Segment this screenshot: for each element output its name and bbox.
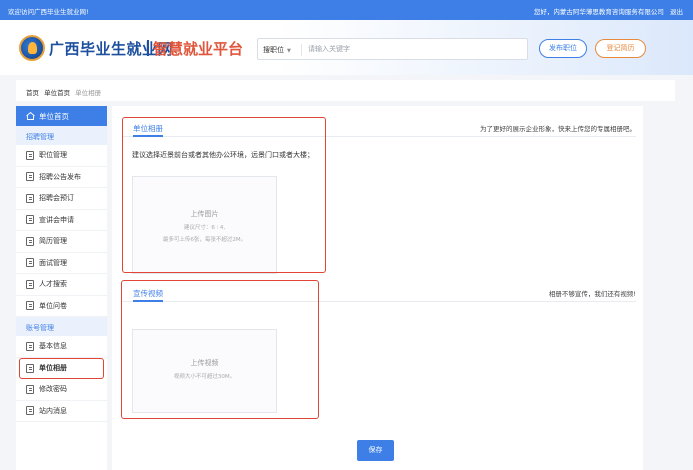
sidebar-item-label: 站内消息 (39, 406, 67, 415)
logo-sub-text: 智慧就业平台 (153, 40, 244, 58)
sidebar-item-label: 职位管理 (39, 151, 67, 160)
document-icon (26, 150, 34, 160)
sidebar-item-label: 修改密码 (39, 385, 67, 394)
sidebar-home[interactable]: 单位首页 (16, 106, 107, 126)
sidebar-item-job-manage[interactable]: 职位管理 (16, 145, 107, 167)
sidebar-item-announcement[interactable]: 招聘公告发布 (16, 167, 107, 188)
home-icon (26, 111, 35, 120)
tab-video[interactable]: 宣传视频 (133, 284, 163, 302)
sidebar-item-label: 单位问卷 (39, 301, 67, 310)
sidebar-item-talent-search[interactable]: 人才搜索 (16, 274, 107, 296)
breadcrumb-home[interactable]: 首页 (26, 89, 39, 97)
document-icon (26, 406, 34, 416)
sidebar-item-label: 基本信息 (39, 342, 67, 351)
album-hint: 为了更好的展示企业形象，快来上传您的专属相册吧。 (480, 125, 636, 133)
document-icon (26, 341, 34, 351)
sidebar-item-label: 人才搜索 (39, 280, 67, 289)
tab-album[interactable]: 单位相册 (133, 119, 163, 137)
search-input[interactable] (308, 42, 518, 56)
sidebar-section-account: 账号管理 (16, 317, 107, 336)
upload-photo-title: 上传图片 (190, 210, 219, 218)
sidebar-item-album[interactable]: 单位相册 (19, 357, 104, 379)
breadcrumb-unit-home[interactable]: 单位首页 (44, 89, 70, 97)
sidebar-item-seminar[interactable]: 宣讲会申请 (16, 210, 107, 231)
top-bar: 欢迎访问广西毕业生就业网! 您好，内蒙古阿华薄思教育咨询服务有限公司 退出 (0, 0, 693, 20)
upload-video-title: 上传视频 (190, 359, 219, 367)
sidebar-item-label: 招聘会预订 (39, 194, 74, 203)
upload-video-limit: 视频大小不可超过30M。 (173, 374, 236, 380)
sidebar-item-messages[interactable]: 站内消息 (16, 401, 107, 422)
album-instruction: 建议选择近景前台或者其他办公环境，远景门口或者大楼； (132, 151, 314, 159)
document-icon (26, 172, 34, 182)
search-scope-select[interactable]: 搜职位 ▼ (263, 45, 291, 55)
search-scope-label: 搜职位 (263, 46, 284, 54)
video-tabbar: 宣传视频 相册不够宣传，我们还有视频! (122, 284, 636, 302)
sidebar-item-label: 招聘公告发布 (39, 172, 81, 181)
upload-photo-size: 建议尺寸：6 ∶ 4, (183, 225, 226, 231)
logo-emblem-icon (19, 35, 45, 61)
upload-video-area[interactable]: 上传视频 视频大小不可超过30M。 (132, 329, 277, 413)
chevron-down-icon: ▼ (287, 48, 291, 54)
search-divider (301, 44, 302, 56)
sidebar: 单位首页 招聘管理 职位管理 招聘公告发布 招聘会预订 宣讲会申请 简历管理 面… (16, 106, 107, 470)
sidebar-item-interview[interactable]: 面试管理 (16, 253, 107, 274)
sidebar-item-job-fair[interactable]: 招聘会预订 (16, 188, 107, 210)
logo-divider (147, 40, 149, 56)
breadcrumb: 首页 单位首页 单位相册 (16, 80, 675, 101)
top-bar-right: 您好，内蒙古阿华薄思教育咨询服务有限公司 退出 (530, 6, 683, 16)
document-icon (26, 236, 34, 246)
document-icon (26, 215, 34, 225)
company-greeting: 您好，内蒙古阿华薄思教育咨询服务有限公司 (533, 8, 664, 16)
sidebar-item-questionnaire[interactable]: 单位问卷 (16, 296, 107, 317)
sidebar-item-label: 宣讲会申请 (39, 215, 74, 224)
sidebar-home-label: 单位首页 (39, 111, 69, 121)
upload-photo-area[interactable]: 上传图片 建议尺寸：6 ∶ 4, 最多可上传6张，每张不超过2M。 (132, 176, 277, 274)
video-hint: 相册不够宣传，我们还有视频! (548, 290, 636, 298)
sidebar-item-label: 单位相册 (39, 364, 67, 373)
album-tabbar: 单位相册 为了更好的展示企业形象，快来上传您的专属相册吧。 (122, 119, 636, 137)
document-icon (26, 363, 34, 373)
document-icon (26, 384, 34, 394)
search-bar: 搜职位 ▼ (257, 38, 528, 60)
document-icon (26, 279, 34, 289)
document-icon (26, 258, 34, 268)
logout-link[interactable]: 退出 (670, 8, 683, 16)
main-content: 单位相册 为了更好的展示企业形象，快来上传您的专属相册吧。 建议选择近景前台或者… (112, 106, 643, 470)
sidebar-section-recruit: 招聘管理 (16, 126, 107, 145)
sidebar-item-label: 简历管理 (39, 237, 67, 246)
sidebar-item-label: 面试管理 (39, 258, 67, 267)
register-resume-button[interactable]: 登记简历 (595, 39, 646, 58)
post-job-button[interactable]: 发布职位 (539, 39, 587, 58)
breadcrumb-current: 单位相册 (75, 89, 102, 97)
welcome-text: 欢迎访问广西毕业生就业网! (8, 8, 89, 16)
upload-photo-limit: 最多可上传6张，每张不超过2M。 (162, 237, 247, 243)
document-icon (26, 301, 34, 311)
sidebar-item-basic-info[interactable]: 基本信息 (16, 336, 107, 358)
sidebar-item-resume[interactable]: 简历管理 (16, 231, 107, 253)
save-button[interactable]: 保存 (357, 440, 394, 461)
document-icon (26, 193, 34, 203)
sidebar-item-password[interactable]: 修改密码 (16, 379, 107, 401)
